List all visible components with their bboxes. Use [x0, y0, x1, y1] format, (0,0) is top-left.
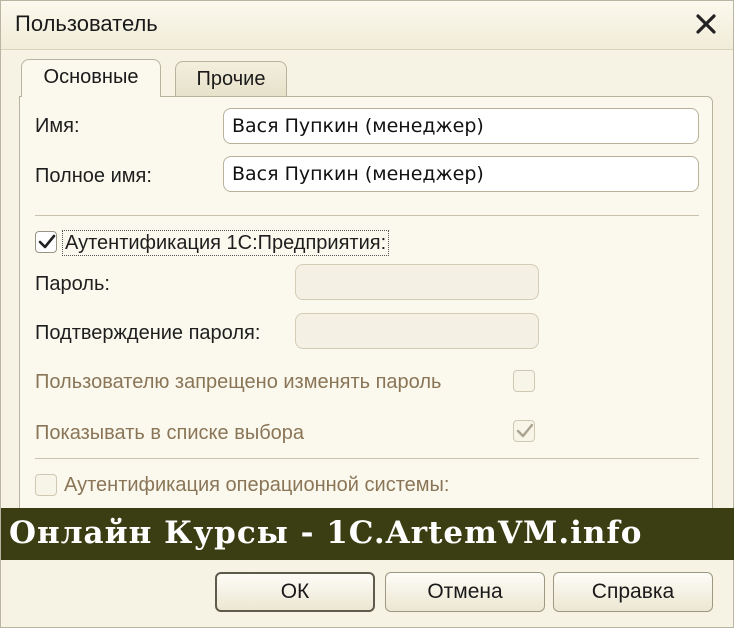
password-confirm-field[interactable] — [295, 313, 539, 349]
divider — [35, 458, 699, 459]
password-label: Пароль: — [35, 273, 110, 295]
ok-button[interactable]: ОК — [215, 572, 375, 612]
tab-main[interactable]: Основные — [21, 59, 161, 97]
divider — [35, 215, 699, 216]
password-confirm-label: Подтверждение пароля: — [35, 322, 261, 344]
checkmark-icon — [38, 234, 56, 249]
password-field[interactable] — [295, 264, 539, 300]
title-bar: Пользователь — [1, 1, 733, 50]
auth-1c-focus-box[interactable]: Аутентификация 1С:Предприятия: — [62, 230, 390, 256]
auth-1c-checkbox[interactable] — [35, 231, 57, 253]
full-name-field[interactable]: Вася Пупкин (менеджер) — [223, 156, 699, 192]
auth-1c-label: Аутентификация 1С:Предприятия: — [65, 232, 387, 254]
name-field[interactable]: Вася Пупкин (менеджер) — [223, 108, 699, 144]
help-button[interactable]: Справка — [553, 572, 713, 612]
window-title: Пользователь — [15, 11, 158, 36]
banner-text: Онлайн Курсы - 1C.ArtemVM.info — [9, 515, 643, 551]
auth-os-checkbox[interactable] — [35, 474, 57, 496]
close-icon — [696, 14, 716, 34]
no-change-password-label: Пользователю запрещено изменять пароль — [35, 371, 442, 393]
auth-os-label: Аутентификация операционной системы: — [64, 474, 450, 496]
show-in-list-label: Показывать в списке выбора — [35, 422, 305, 444]
no-change-password-checkbox[interactable] — [513, 370, 535, 392]
tab-other[interactable]: Прочие — [175, 61, 287, 97]
cancel-button[interactable]: Отмена — [385, 572, 545, 612]
full-name-label: Полное имя: — [35, 165, 152, 187]
watermark-banner: Онлайн Курсы - 1C.ArtemVM.info — [1, 508, 734, 560]
show-in-list-checkbox[interactable] — [513, 420, 535, 442]
name-label: Имя: — [35, 115, 80, 137]
close-button[interactable] — [691, 9, 721, 39]
user-dialog: Пользователь Основные Прочие Имя: Вася П… — [0, 0, 734, 628]
checkmark-icon — [516, 423, 534, 438]
